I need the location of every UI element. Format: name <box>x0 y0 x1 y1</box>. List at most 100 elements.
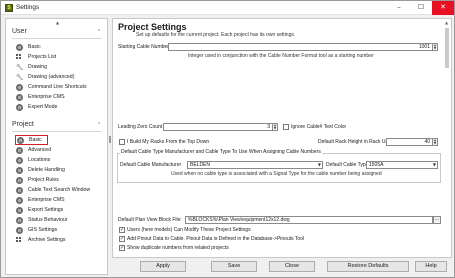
rack-height-spinner[interactable]: ▲ ▼ <box>433 138 438 146</box>
close-button[interactable]: Close <box>269 261 315 272</box>
plan-view-block-file-input[interactable]: %BLOCKS%\Plan View\equipment12x12.dwg <box>185 216 433 224</box>
settings-navigation: ▲ User ⌃ ⚙ Basic Projects List 🔧︎ Drawin… <box>5 18 108 275</box>
page-title: Project Settings <box>118 22 187 32</box>
nav-project-enterprise-cms[interactable]: ⚙ Enterprise CMS <box>16 196 104 205</box>
window-title: Settings <box>16 4 40 11</box>
gear-icon: ⚙ <box>16 197 23 204</box>
restore-defaults-button[interactable]: Restore Defaults <box>327 261 409 272</box>
default-cable-type-label: Default Cable Type <box>326 162 369 168</box>
help-button[interactable]: Help <box>415 261 447 272</box>
build-racks-top-down-checkbox[interactable] <box>119 139 125 145</box>
chevron-down-icon: ▼ <box>317 162 321 167</box>
gear-icon: ⚙ <box>16 104 23 111</box>
plan-view-block-file-label: Default Plan View Block File: <box>118 217 182 223</box>
rack-height-label: Default Rack Height in Rack Units <box>318 139 394 145</box>
rack-height-input[interactable]: 40 <box>386 138 433 146</box>
show-duplicate-numbers-label: Show duplicate numbers from related proj… <box>127 245 229 251</box>
nav-label: Status Behaviour <box>28 217 68 223</box>
nav-label: Enterprise CMS <box>28 94 65 100</box>
nav-project-export-settings[interactable]: ⚙ Export Settings <box>16 206 104 215</box>
dropdown-value: 1505A <box>369 162 384 168</box>
section-divider <box>12 131 102 132</box>
gear-icon: ⚙ <box>16 217 23 224</box>
collapse-project-icon[interactable]: ⌃ <box>97 122 101 128</box>
add-pinout-data-checkbox[interactable]: ✓ <box>119 236 125 242</box>
users-can-modify-checkbox[interactable]: ✓ <box>119 227 125 233</box>
gear-icon: ⚙ <box>16 167 23 174</box>
save-button[interactable]: Save <box>211 261 257 272</box>
ignore-cable-text-color-label: Ignore Cable# Text Color <box>291 124 347 130</box>
nav-label: GIS Settings <box>28 227 58 233</box>
leading-zero-count-input[interactable]: 3 <box>163 123 273 131</box>
nav-project-rules[interactable]: ⚙ Project Rules <box>16 176 104 185</box>
vertical-scrollbar[interactable]: ▲ <box>443 20 451 257</box>
nav-user-drawing-advanced[interactable]: 🔧︎ Drawing (advanced) <box>16 73 104 82</box>
app-icon: S <box>5 4 13 12</box>
nav-user-expert-mode[interactable]: ⚙ Expert Mode <box>16 103 104 112</box>
settings-window: S Settings – ☐ ✕ ▲ User ⌃ ⚙ Basic Projec… <box>0 0 455 278</box>
collapse-user-icon[interactable]: ⌃ <box>97 29 101 35</box>
scroll-up-arrow-icon[interactable]: ▲ <box>445 20 448 25</box>
nav-user-enterprise-cms[interactable]: ⚙ Enterprise CMS <box>16 93 104 102</box>
nav-label: Drawing (advanced) <box>28 74 75 80</box>
gear-icon: ⚙ <box>16 44 23 51</box>
minimize-button[interactable]: – <box>389 1 409 15</box>
dropdown-value: BELDEN <box>190 162 211 168</box>
starting-cable-number-spinner[interactable]: ▲ ▼ <box>433 43 438 51</box>
gear-icon: ⚙ <box>16 147 23 154</box>
panel-splitter-handle[interactable] <box>109 136 111 143</box>
leading-zero-count-label: Leading Zero Count <box>118 124 163 130</box>
section-divider <box>12 38 102 39</box>
show-duplicate-numbers-checkbox[interactable]: ✓ <box>119 245 125 251</box>
maximize-button[interactable]: ☐ <box>411 1 431 15</box>
nav-label: Projects List <box>28 54 57 60</box>
nav-label: Basic <box>28 44 41 50</box>
starting-cable-number-input[interactable]: 1001 <box>168 43 433 51</box>
scroll-up-arrow-icon[interactable]: ▲ <box>56 20 59 25</box>
nav-project-advanced[interactable]: ⚙ Advanced <box>16 146 104 155</box>
nav-project-archive-settings[interactable]: Archive Settings <box>16 236 104 245</box>
nav-project-gis-settings[interactable]: ⚙ GIS Settings <box>16 226 104 235</box>
users-can-modify-label: Users (here models) Can Modify These Pro… <box>127 227 251 233</box>
archive-icon <box>16 237 23 244</box>
title-bar[interactable]: S Settings – ☐ ✕ <box>1 1 454 15</box>
nav-label: Basic <box>29 137 42 143</box>
scrollbar-thumb[interactable] <box>445 28 449 68</box>
nav-label: Project Rules <box>28 177 59 183</box>
nav-user-basic[interactable]: ⚙ Basic <box>16 43 104 52</box>
nav-project-delete-handling[interactable]: ⚙ Delete Handling <box>16 166 104 175</box>
project-section-header[interactable]: Project <box>12 121 34 128</box>
default-cable-type-group-title: Default Cable Type Manufacturer and Cabl… <box>120 149 322 155</box>
close-window-button[interactable]: ✕ <box>432 1 454 15</box>
nav-project-cable-text-search-window[interactable]: ⚙ Cable Text Search Window <box>16 186 104 195</box>
nav-label: Export Settings <box>28 207 64 213</box>
nav-user-drawing[interactable]: 🔧︎ Drawing <box>16 63 104 72</box>
apply-button[interactable]: Apply <box>140 261 186 272</box>
gear-icon: ⚙ <box>17 137 24 144</box>
leading-zero-count-spinner[interactable]: ▲ ▼ <box>273 123 278 131</box>
ignore-cable-text-color-checkbox[interactable] <box>283 124 289 130</box>
nav-label: Expert Mode <box>28 104 58 110</box>
chevron-down-icon: ▼ <box>432 162 436 167</box>
gear-icon: ⚙ <box>16 94 23 101</box>
starting-cable-number-hint: Integer used in conjunction with the Cab… <box>188 53 374 59</box>
gear-icon: ⚙ <box>16 207 23 214</box>
browse-button[interactable]: ... <box>433 216 441 224</box>
nav-project-status-behaviour[interactable]: ⚙ Status Behaviour <box>16 216 104 225</box>
gear-icon: ⚙ <box>16 227 23 234</box>
starting-cable-number-label: Starting Cable Number <box>118 44 169 50</box>
default-cable-manufacturer-dropdown[interactable]: BELDEN ▼ <box>187 161 323 169</box>
nav-label: Delete Handling <box>28 167 65 173</box>
user-section-header[interactable]: User <box>12 28 27 35</box>
nav-project-locations[interactable]: ⚙ Locations <box>16 156 104 165</box>
nav-label: Advanced <box>28 147 52 153</box>
nav-project-basic[interactable]: ⚙ Basic <box>15 135 48 145</box>
default-cable-type-dropdown[interactable]: 1505A ▼ <box>366 161 438 169</box>
nav-user-projects-list[interactable]: Projects List <box>16 53 104 62</box>
nav-user-command-line-shortcuts[interactable]: ⚙ Command Line Shortcuts <box>16 83 104 92</box>
page-subtitle: Set up defaults for the current project.… <box>136 32 296 38</box>
gear-icon: ⚙ <box>16 187 23 194</box>
nav-label: Locations <box>28 157 51 163</box>
nav-label: Enterprise CMS <box>28 197 65 203</box>
gear-icon: ⚙ <box>16 177 23 184</box>
